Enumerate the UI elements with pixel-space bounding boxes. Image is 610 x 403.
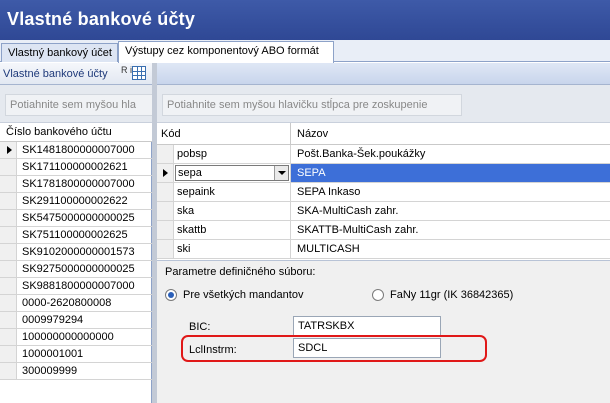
code-cell[interactable]: sepaink: [174, 183, 291, 201]
list-item[interactable]: SK9881800000007000: [0, 278, 152, 295]
table-row[interactable]: ska SKA-MultiCash zahr.: [157, 202, 610, 221]
code-cell: sepa: [174, 164, 291, 182]
account-number: SK1481800000007000: [22, 144, 135, 156]
account-number: 0009979294: [22, 314, 84, 326]
radio-selected-icon[interactable]: [165, 289, 177, 301]
list-item[interactable]: SK171100000002621: [0, 159, 152, 176]
account-number: 300009999: [22, 365, 78, 377]
account-number: SK171100000002621: [22, 161, 128, 173]
list-item[interactable]: 1000001001: [0, 346, 152, 363]
radio-all-mandants-label: Pre všetkých mandantov: [183, 289, 304, 301]
list-item[interactable]: 0009979294: [0, 312, 152, 329]
tab-strip: Vlastný bankový účet Výstupy cez kompone…: [0, 40, 610, 63]
accounts-group-hint[interactable]: Potiahnite sem myšou hla: [5, 94, 152, 116]
radio-unselected-icon[interactable]: [372, 289, 384, 301]
definition-params-panel: Parametre definičného súboru: Pre všetký…: [157, 260, 610, 403]
bic-label: BIC:: [189, 321, 211, 333]
list-item[interactable]: SK1481800000007000: [0, 142, 152, 159]
accounts-group-area: Potiahnite sem myšou hla: [0, 85, 152, 123]
code-cell[interactable]: skattb: [174, 221, 291, 239]
chevron-down-icon[interactable]: [274, 166, 288, 180]
list-item[interactable]: 300009999: [0, 363, 152, 380]
params-title: Parametre definičného súboru:: [165, 266, 316, 278]
grid-layout-icon[interactable]: [132, 66, 146, 80]
account-number: SK1781800000007000: [22, 178, 135, 190]
list-item[interactable]: SK5475000000000025: [0, 210, 152, 227]
table-row[interactable]: ski MULTICASH: [157, 240, 610, 259]
name-cell[interactable]: SKA-MultiCash zahr.: [291, 202, 610, 220]
abo-formats-table: Kód Názov pobsp Pošt.Banka-Šek.poukážky …: [157, 123, 610, 259]
column-header-name[interactable]: Názov: [291, 123, 610, 145]
list-item[interactable]: 100000000000000: [0, 329, 152, 346]
column-header-account-number[interactable]: Číslo bankového účtu: [0, 123, 152, 142]
current-row-icon: [157, 164, 174, 182]
code-dropdown[interactable]: sepa: [175, 165, 289, 181]
code-cell[interactable]: pobsp: [174, 145, 291, 163]
tab-own-bank-account[interactable]: Vlastný bankový účet: [1, 43, 118, 62]
account-number: 100000000000000: [22, 331, 114, 343]
table-row[interactable]: skattb SKATTB-MultiCash zahr.: [157, 221, 610, 240]
abo-panel-header: [157, 63, 610, 85]
accounts-panel-header: Vlastné bankové účty R i: [0, 63, 152, 85]
accounts-panel: Vlastné bankové účty R i Potiahnite sem …: [0, 63, 152, 403]
table-row-selected[interactable]: sepa SEPA: [157, 164, 610, 183]
column-header-code[interactable]: Kód: [157, 123, 291, 145]
current-row-icon: [0, 142, 17, 158]
list-item[interactable]: SK291100000002622: [0, 193, 152, 210]
accounts-panel-title: Vlastné bankové účty: [3, 68, 108, 80]
account-number: SK291100000002622: [22, 195, 128, 207]
list-item[interactable]: SK1781800000007000: [0, 176, 152, 193]
code-cell[interactable]: ska: [174, 202, 291, 220]
abo-formats-panel: Potiahnite sem myšou hlavičku stĺpca pre…: [157, 63, 610, 403]
account-number: 1000001001: [22, 348, 84, 360]
table-row[interactable]: pobsp Pošt.Banka-Šek.poukážky: [157, 145, 610, 164]
radio-company[interactable]: FaNy 11gr (IK 36842365): [372, 289, 513, 301]
account-number: SK9102000000001573: [22, 246, 135, 258]
list-item[interactable]: SK9275000000000025: [0, 261, 152, 278]
account-number: 0000-2620800008: [22, 297, 112, 309]
name-cell[interactable]: SEPA Inkaso: [291, 183, 610, 201]
annotation-highlight: [181, 335, 487, 362]
list-item[interactable]: SK9102000000001573: [0, 244, 152, 261]
abo-group-area: Potiahnite sem myšou hlavičku stĺpca pre…: [157, 85, 610, 123]
account-number: SK9881800000007000: [22, 280, 135, 292]
account-number: SK9275000000000025: [22, 263, 135, 275]
code-dropdown-value: sepa: [178, 167, 202, 179]
window-title: Vlastné bankové účty: [0, 0, 610, 40]
bic-field[interactable]: TATRSKBX: [293, 316, 441, 336]
list-item[interactable]: SK751100000002625: [0, 227, 152, 244]
abo-group-hint[interactable]: Potiahnite sem myšou hlavičku stĺpca pre…: [162, 94, 462, 116]
table-header: Kód Názov: [157, 123, 610, 145]
name-cell[interactable]: SEPA: [291, 164, 610, 182]
account-number: SK5475000000000025: [22, 212, 135, 224]
code-cell[interactable]: ski: [174, 240, 291, 258]
account-number: SK751100000002625: [22, 229, 128, 241]
radio-company-label: FaNy 11gr (IK 36842365): [390, 289, 514, 301]
tab-abo-outputs[interactable]: Výstupy cez komponentový ABO formát: [118, 41, 334, 63]
record-info-icon[interactable]: R i: [121, 66, 132, 80]
name-cell[interactable]: Pošt.Banka-Šek.poukážky: [291, 145, 610, 163]
radio-all-mandants[interactable]: Pre všetkých mandantov: [165, 289, 303, 301]
name-cell[interactable]: MULTICASH: [291, 240, 610, 258]
name-cell[interactable]: SKATTB-MultiCash zahr.: [291, 221, 610, 239]
list-item[interactable]: 0000-2620800008: [0, 295, 152, 312]
accounts-list: SK1481800000007000 SK171100000002621 SK1…: [0, 142, 152, 380]
table-row[interactable]: sepaink SEPA Inkaso: [157, 183, 610, 202]
